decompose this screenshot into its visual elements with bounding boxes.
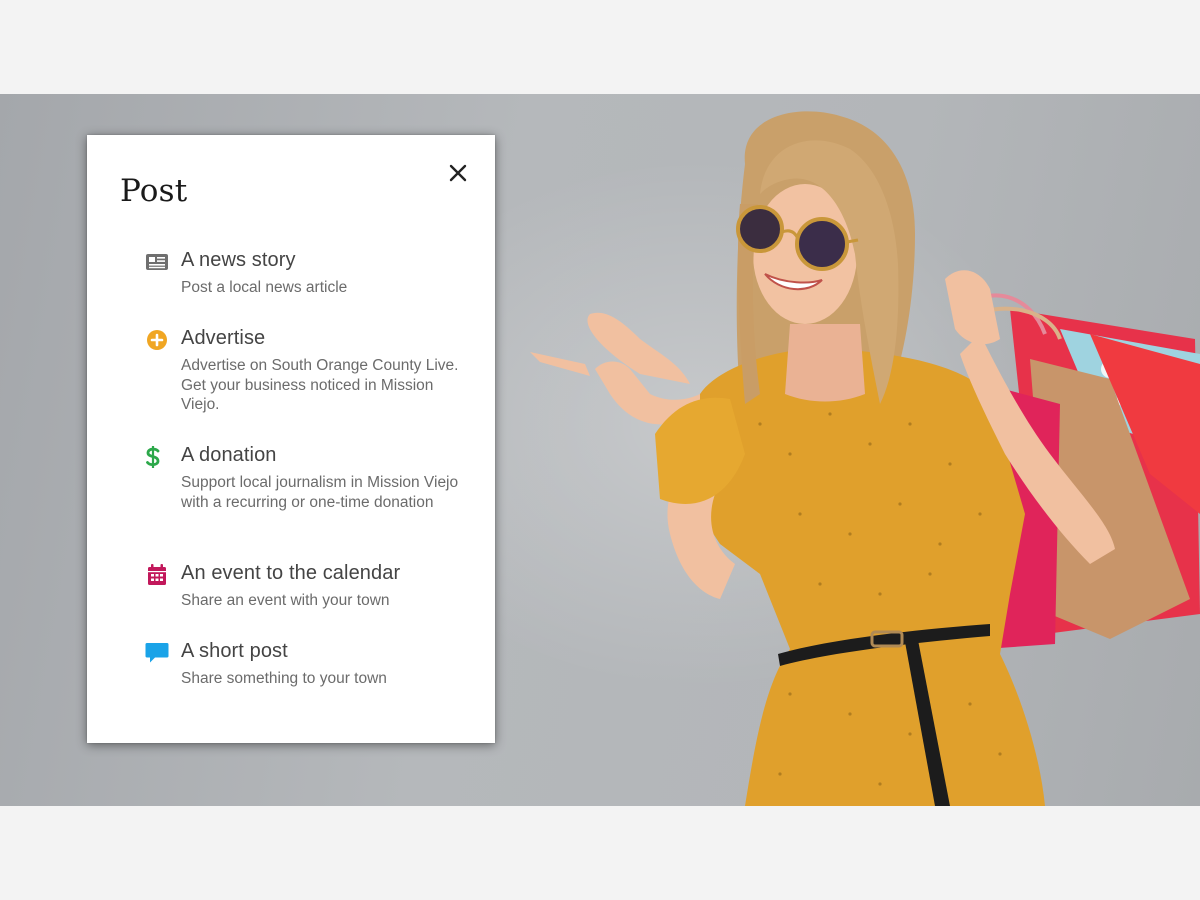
option-description: Support local journalism in Mission Viej… bbox=[181, 474, 459, 511]
option-description: Advertise on South Orange County Live. G… bbox=[181, 357, 459, 413]
option-description: Post a local news article bbox=[181, 279, 348, 296]
post-dialog: Post A news story Post a local news arti… bbox=[87, 135, 495, 743]
option-event-calendar[interactable]: An event to the calendar Share an event … bbox=[145, 562, 475, 612]
calendar-icon bbox=[148, 564, 166, 585]
newspaper-icon bbox=[146, 254, 168, 270]
option-label: A news story bbox=[181, 249, 296, 271]
dollar-icon bbox=[146, 446, 160, 468]
option-description: Share an event with your town bbox=[181, 592, 390, 609]
option-label: A donation bbox=[181, 444, 277, 466]
option-label: A short post bbox=[181, 640, 288, 662]
option-description: Share something to your town bbox=[181, 670, 387, 687]
option-label: Advertise bbox=[181, 327, 266, 349]
plus-circle-icon bbox=[147, 330, 167, 350]
chat-bubble-icon bbox=[145, 643, 169, 663]
option-donation[interactable]: A donation Support local journalism in M… bbox=[145, 444, 475, 524]
option-label: An event to the calendar bbox=[181, 562, 401, 584]
option-short-post[interactable]: A short post Share something to your tow… bbox=[145, 640, 475, 690]
option-news-story[interactable]: A news story Post a local news article bbox=[145, 249, 475, 299]
close-button[interactable] bbox=[443, 158, 473, 188]
dialog-title: Post bbox=[120, 173, 188, 209]
close-icon bbox=[449, 164, 467, 182]
option-advertise[interactable]: Advertise Advertise on South Orange Coun… bbox=[145, 327, 475, 413]
